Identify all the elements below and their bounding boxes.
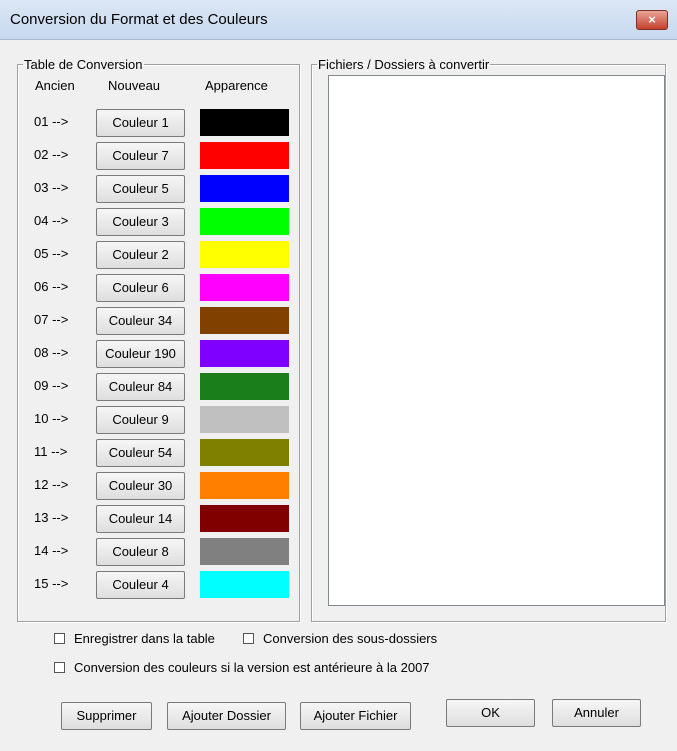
new-color-button[interactable]: Couleur 190 (96, 340, 185, 368)
cancel-button[interactable]: Annuler (552, 699, 641, 727)
convert-subfolders-checkbox[interactable] (243, 633, 254, 644)
color-swatch (200, 505, 289, 532)
convert-pre2007-label: Conversion des couleurs si la version es… (74, 660, 430, 675)
color-swatch (200, 274, 289, 301)
color-swatch (200, 571, 289, 598)
row-old-label: 13 --> (34, 510, 69, 525)
header-look: Apparence (205, 78, 268, 93)
new-color-button[interactable]: Couleur 2 (96, 241, 185, 269)
color-swatch (200, 175, 289, 202)
row-old-label: 11 --> (34, 444, 68, 459)
new-color-button[interactable]: Couleur 30 (96, 472, 185, 500)
row-old-label: 14 --> (34, 543, 69, 558)
row-old-label: 08 --> (34, 345, 69, 360)
add-folder-button[interactable]: Ajouter Dossier (167, 702, 286, 730)
color-swatch (200, 307, 289, 334)
new-color-button[interactable]: Couleur 5 (96, 175, 185, 203)
files-legend: Fichiers / Dossiers à convertir (318, 57, 490, 72)
delete-button[interactable]: Supprimer (61, 702, 152, 730)
new-color-button[interactable]: Couleur 14 (96, 505, 185, 533)
dialog-body: Table de Conversion Ancien Nouveau Appar… (0, 40, 677, 751)
row-old-label: 05 --> (34, 246, 69, 261)
row-old-label: 10 --> (34, 411, 69, 426)
new-color-button[interactable]: Couleur 34 (96, 307, 185, 335)
color-swatch (200, 142, 289, 169)
new-color-button[interactable]: Couleur 1 (96, 109, 185, 137)
row-old-label: 01 --> (34, 114, 69, 129)
save-in-table-checkbox[interactable] (54, 633, 65, 644)
new-color-button[interactable]: Couleur 4 (96, 571, 185, 599)
row-old-label: 09 --> (34, 378, 69, 393)
new-color-button[interactable]: Couleur 3 (96, 208, 185, 236)
row-old-label: 06 --> (34, 279, 69, 294)
row-old-label: 02 --> (34, 147, 69, 162)
new-color-button[interactable]: Couleur 84 (96, 373, 185, 401)
new-color-button[interactable]: Couleur 8 (96, 538, 185, 566)
ok-button[interactable]: OK (446, 699, 535, 727)
color-swatch (200, 439, 289, 466)
color-swatch (200, 109, 289, 136)
title-bar: Conversion du Format et des Couleurs × (0, 0, 677, 40)
color-swatch (200, 538, 289, 565)
conversion-table-legend: Table de Conversion (24, 57, 143, 72)
window-title: Conversion du Format et des Couleurs (10, 11, 268, 28)
convert-pre2007-option[interactable]: Conversion des couleurs si la version es… (54, 660, 430, 675)
row-old-label: 04 --> (34, 213, 69, 228)
save-in-table-label: Enregistrer dans la table (74, 631, 215, 646)
new-color-button[interactable]: Couleur 54 (96, 439, 185, 467)
add-file-button[interactable]: Ajouter Fichier (300, 702, 411, 730)
color-swatch (200, 373, 289, 400)
color-swatch (200, 472, 289, 499)
row-old-label: 07 --> (34, 312, 69, 327)
header-new: Nouveau (108, 78, 161, 93)
convert-subfolders-label: Conversion des sous-dossiers (263, 631, 438, 646)
close-button[interactable]: × (636, 10, 668, 30)
new-color-button[interactable]: Couleur 9 (96, 406, 185, 434)
row-old-label: 12 --> (34, 477, 69, 492)
files-listbox[interactable] (328, 75, 665, 606)
convert-subfolders-option[interactable]: Conversion des sous-dossiers (243, 631, 437, 646)
color-swatch (200, 340, 289, 367)
color-swatch (200, 208, 289, 235)
convert-pre2007-checkbox[interactable] (54, 662, 65, 673)
row-old-label: 03 --> (34, 180, 69, 195)
color-swatch (200, 406, 289, 433)
new-color-button[interactable]: Couleur 6 (96, 274, 185, 302)
new-color-button[interactable]: Couleur 7 (96, 142, 185, 170)
row-old-label: 15 --> (34, 576, 69, 591)
close-icon: × (648, 12, 656, 27)
color-swatch (200, 241, 289, 268)
header-old: Ancien (35, 78, 75, 93)
save-in-table-option[interactable]: Enregistrer dans la table (54, 631, 215, 646)
